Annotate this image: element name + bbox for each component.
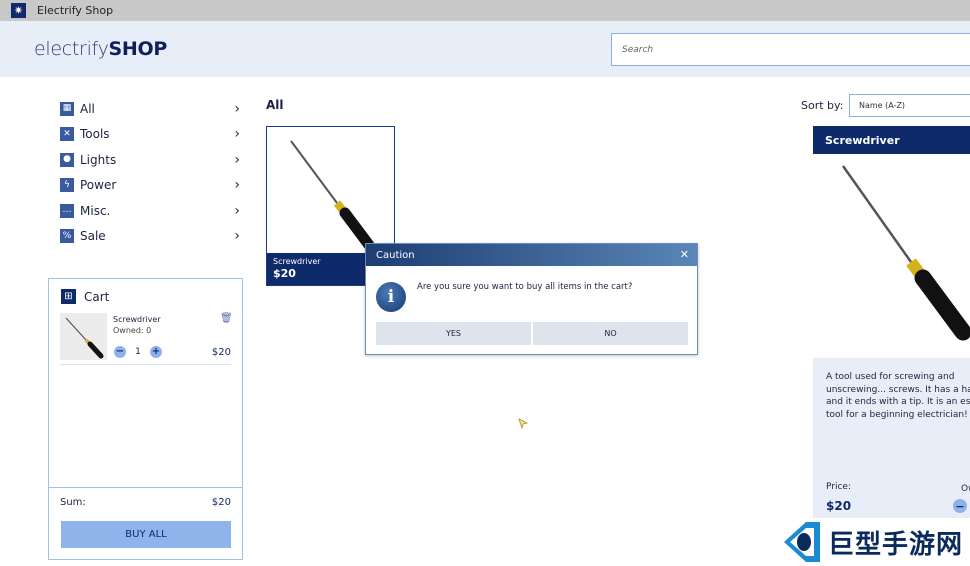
close-icon[interactable]: ✕ xyxy=(680,248,689,261)
detail-title: Screwdriver xyxy=(813,126,970,154)
category-list: ▦ All › ✕ Tools › ● Lights › ϟ Power › …… xyxy=(60,96,240,249)
watermark-logo-icon xyxy=(784,522,820,562)
watermark-text: 巨型手游网 xyxy=(828,529,964,560)
cart-item-name: Screwdriver xyxy=(113,315,161,324)
screwdriver-image xyxy=(841,165,970,341)
category-label: Lights xyxy=(80,152,117,167)
dialog-message: Are you sure you want to buy all items i… xyxy=(417,282,633,292)
screwdriver-image xyxy=(290,140,375,251)
app-icon: ✷ xyxy=(11,3,26,18)
cart-item-thumbnail xyxy=(60,313,107,360)
sum-label: Sum: xyxy=(60,497,86,508)
header: electrifySHOP Search xyxy=(0,21,970,77)
category-item-sale[interactable]: % Sale › xyxy=(60,224,240,250)
chevron-right-icon: › xyxy=(234,126,240,143)
lightning-icon: ϟ xyxy=(60,178,74,193)
sort-label: Sort by: xyxy=(801,99,844,112)
cart-item-price: $20 xyxy=(211,347,231,358)
chevron-right-icon: › xyxy=(234,202,240,219)
category-item-power[interactable]: ϟ Power › xyxy=(60,173,240,199)
cart-panel: ⊞ Cart Screwdriver Owned: 0 🗑 − 1 + $20 … xyxy=(48,278,243,560)
dots-icon: … xyxy=(60,203,74,218)
category-item-tools[interactable]: ✕ Tools › xyxy=(60,122,240,148)
basket-icon: ⊞ xyxy=(61,289,76,304)
percent-icon: % xyxy=(60,229,74,244)
cart-footer: Sum: $20 BUY ALL xyxy=(49,487,242,559)
bulb-icon: ● xyxy=(60,152,74,167)
chevron-right-icon: › xyxy=(234,151,240,168)
detail-owned-label: Ow xyxy=(961,484,970,494)
category-item-all[interactable]: ▦ All › xyxy=(60,96,240,122)
category-label: Misc. xyxy=(80,203,111,218)
watermark: 巨型手游网 xyxy=(780,518,970,566)
buy-all-button[interactable]: BUY ALL xyxy=(61,521,231,548)
trash-icon[interactable]: 🗑 xyxy=(220,313,233,324)
sort-select[interactable]: Name (A-Z) xyxy=(849,94,970,117)
section-title: All xyxy=(266,98,284,112)
quantity-stepper: − 1 + xyxy=(114,346,162,358)
decrement-button[interactable]: − xyxy=(114,346,126,358)
cart-title: Cart xyxy=(84,289,110,304)
cart-item-owned: Owned: 0 xyxy=(113,326,152,335)
cart-header: ⊞ Cart xyxy=(61,289,109,304)
yes-button[interactable]: YES xyxy=(376,322,531,345)
category-label: Sale xyxy=(80,229,106,244)
caution-dialog: Caution ✕ i Are you sure you want to buy… xyxy=(365,243,698,355)
no-button[interactable]: NO xyxy=(533,322,688,345)
category-item-misc[interactable]: … Misc. › xyxy=(60,198,240,224)
tools-icon: ✕ xyxy=(60,127,74,142)
mouse-cursor-icon xyxy=(518,418,528,430)
dialog-header: Caution ✕ xyxy=(366,244,697,266)
sum-value: $20 xyxy=(211,497,231,508)
chevron-right-icon: › xyxy=(234,228,240,245)
decrement-button[interactable]: − xyxy=(953,499,967,513)
window-title: Electrify Shop xyxy=(37,4,114,17)
detail-image xyxy=(813,154,970,358)
logo-bold-text: SHOP xyxy=(108,38,168,60)
detail-price: $20 xyxy=(826,499,852,513)
product-detail-panel: Screwdriver A tool used for screwing and… xyxy=(813,126,970,526)
dialog-title: Caution xyxy=(376,249,415,261)
cart-item: Screwdriver Owned: 0 🗑 − 1 + $20 xyxy=(60,313,233,365)
category-label: All xyxy=(80,101,95,116)
chevron-right-icon: › xyxy=(234,100,240,117)
quantity-value: 1 xyxy=(135,347,141,357)
detail-price-label: Price: xyxy=(826,482,851,492)
category-label: Power xyxy=(80,178,117,193)
increment-button[interactable]: + xyxy=(150,346,162,358)
grid-icon: ▦ xyxy=(60,101,74,116)
info-icon: i xyxy=(376,282,406,312)
chevron-right-icon: › xyxy=(234,177,240,194)
screwdriver-image xyxy=(65,317,104,359)
category-item-lights[interactable]: ● Lights › xyxy=(60,147,240,173)
window-titlebar: ✷ Electrify Shop xyxy=(0,0,970,21)
search-input[interactable]: Search xyxy=(611,33,970,66)
detail-description: A tool used for screwing and unscrewing.… xyxy=(826,372,970,420)
shop-logo[interactable]: electrifySHOP xyxy=(34,38,167,60)
logo-light-text: electrify xyxy=(34,38,109,60)
category-label: Tools xyxy=(80,127,110,142)
